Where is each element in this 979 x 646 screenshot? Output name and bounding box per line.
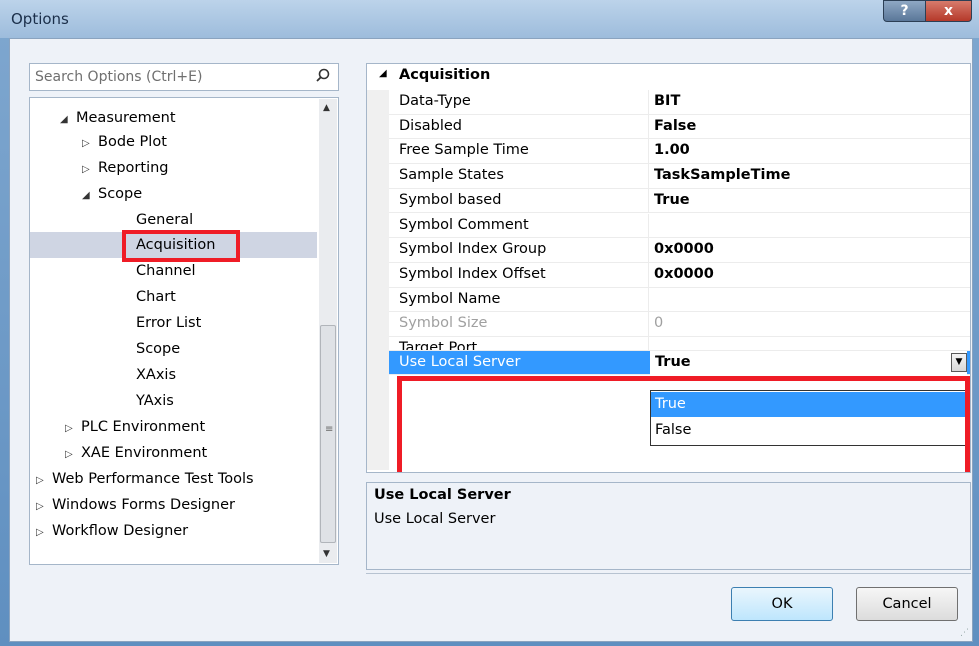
expanded-arrow-icon[interactable]: ◢ (60, 108, 76, 132)
tree-item-web-performance-test-tools[interactable]: ▷ Web Performance Test Tools (36, 467, 254, 491)
options-tree: ◢ Measurement ▷ Bode Plot ▷ Reporting ◢ Scop… (29, 97, 339, 565)
property-row[interactable]: Free Sample Time 1.00 (389, 139, 970, 165)
tree-item-scope-group[interactable]: ◢ Scope (82, 182, 142, 206)
property-grid-margin (367, 90, 389, 470)
annotation-red-box-dropdown (397, 376, 970, 472)
description-title: Use Local Server (374, 487, 511, 503)
property-row[interactable]: Sample States TaskSampleTime (389, 164, 970, 189)
description-panel: Use Local Server Use Local Server (366, 482, 971, 570)
help-button[interactable]: ? (883, 0, 926, 22)
tree-item-bode-plot[interactable]: ▷ Bode Plot (82, 130, 167, 154)
tree-item-plc-environment[interactable]: ▷ PLC Environment (65, 415, 205, 439)
property-row-partial[interactable]: Target Port (389, 337, 970, 351)
tree-item-workflow-designer[interactable]: ▷ Workflow Designer (36, 519, 188, 543)
use-local-server-dropdown[interactable]: True ▼ (650, 351, 967, 375)
tree-item-chart[interactable]: Chart (136, 285, 176, 309)
cancel-button[interactable]: Cancel (856, 587, 958, 621)
tree-item-measurement[interactable]: ◢ Measurement (60, 106, 176, 130)
search-input[interactable]: Search Options (Ctrl+E) (29, 63, 339, 91)
divider (366, 573, 971, 574)
property-grid: ◢ Acquisition Data-Type BIT Disabled False… (366, 63, 971, 473)
collapsed-arrow-icon[interactable]: ▷ (65, 417, 81, 441)
collapsed-arrow-icon[interactable]: ▷ (65, 443, 81, 467)
tree-item-yaxis[interactable]: YAxis (136, 389, 174, 413)
collapsed-arrow-icon[interactable]: ▷ (82, 132, 98, 156)
tree-item-reporting[interactable]: ▷ Reporting (82, 156, 169, 180)
dialog-client-area: Search Options (Ctrl+E) ◢ Measurement ▷ Bo… (9, 38, 973, 642)
resize-grip-icon[interactable]: ⋰ (960, 628, 969, 638)
expanded-arrow-icon[interactable]: ◢ (379, 68, 387, 79)
tree-item-xaxis[interactable]: XAxis (136, 363, 176, 387)
options-dialog: Options ? x Search Options (Ctrl+E) ◢ Mea… (0, 0, 979, 646)
collapsed-arrow-icon[interactable]: ▷ (82, 158, 98, 182)
tree-item-error-list[interactable]: Error List (136, 311, 201, 335)
collapsed-arrow-icon[interactable]: ▷ (36, 521, 52, 545)
close-button[interactable]: x (925, 0, 972, 22)
dropdown-arrow-icon[interactable]: ▼ (951, 353, 967, 372)
expanded-arrow-icon[interactable]: ◢ (82, 184, 98, 208)
scrollbar-thumb[interactable]: ≡ (320, 325, 336, 543)
property-row[interactable]: Symbol based True (389, 188, 970, 214)
tree-item-general[interactable]: General (136, 208, 193, 232)
collapsed-arrow-icon[interactable]: ▷ (36, 495, 52, 519)
annotation-red-box-acquisition (122, 230, 240, 262)
description-text: Use Local Server (374, 511, 496, 527)
tree-item-scope[interactable]: Scope (136, 337, 180, 361)
category-acquisition[interactable]: ◢ Acquisition (367, 64, 970, 90)
collapsed-arrow-icon[interactable]: ▷ (36, 469, 52, 493)
property-row[interactable]: Symbol Name (389, 287, 970, 313)
property-row[interactable]: Data-Type BIT (389, 90, 970, 115)
property-row-disabled: Symbol Size 0 (389, 312, 970, 337)
property-row-use-local-server[interactable]: Use Local Server True ▼ (389, 351, 970, 375)
grip-icon: ≡ (325, 424, 334, 435)
tree-item-channel[interactable]: Channel (136, 259, 196, 283)
dialog-title: Options (11, 10, 69, 28)
property-row[interactable]: Disabled False (389, 114, 970, 140)
property-row[interactable]: Symbol Index Offset 0x0000 (389, 262, 970, 288)
scroll-up-icon[interactable]: ▲ (323, 103, 330, 113)
tree-item-xae-environment[interactable]: ▷ XAE Environment (65, 441, 207, 465)
scroll-down-icon[interactable]: ▼ (323, 549, 330, 559)
dropdown-value: True (655, 354, 691, 370)
tree-scrollbar[interactable]: ▲ ≡ ▼ (319, 99, 337, 563)
search-icon[interactable] (314, 67, 332, 85)
property-row[interactable]: Symbol Comment (389, 213, 970, 239)
property-row[interactable]: Symbol Index Group 0x0000 (389, 238, 970, 263)
search-placeholder: Search Options (Ctrl+E) (35, 69, 203, 85)
tree-item-windows-forms-designer[interactable]: ▷ Windows Forms Designer (36, 493, 235, 517)
ok-button[interactable]: OK (731, 587, 833, 621)
category-label: Acquisition (399, 67, 491, 83)
title-bar[interactable]: Options ? x (0, 0, 979, 38)
